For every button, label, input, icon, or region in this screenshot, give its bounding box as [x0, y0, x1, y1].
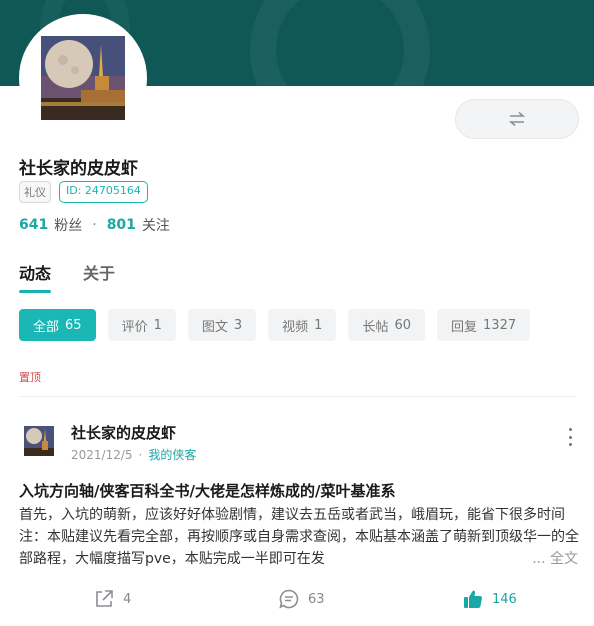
- profile-tag: 礼仪: [19, 181, 51, 203]
- chip-count: 1327: [483, 317, 517, 333]
- post-body[interactable]: 首先，入坑的萌新，应该好好体验剧情，建议去五岳或者武当，峨眉玩，能省下很多时间 …: [19, 504, 579, 570]
- banner-decoration: [250, 0, 430, 86]
- pinned-label: 置顶: [19, 371, 41, 384]
- post-actions: 4 63 146: [0, 588, 594, 616]
- filter-all[interactable]: 全部 65: [19, 309, 96, 341]
- post-title[interactable]: 入坑方向轴/侠客百科全书/大佬是怎样炼成的/菜叶基准系: [19, 480, 395, 501]
- filter-reviews[interactable]: 评价 1: [107, 309, 176, 341]
- like-button[interactable]: 146: [462, 588, 517, 610]
- chip-count: 1: [153, 317, 162, 333]
- profile-id-badge[interactable]: ID: 24705164: [59, 181, 148, 203]
- chip-label: 评价: [121, 319, 148, 335]
- chip-label: 长帖: [362, 319, 389, 335]
- tab-label: 关于: [83, 264, 116, 283]
- comment-icon: [279, 589, 299, 609]
- filter-long-posts[interactable]: 长帖 60: [348, 309, 426, 341]
- post-meta: 2021/12/5 · 我的侠客: [71, 446, 196, 463]
- read-full-link[interactable]: ... 全文: [528, 548, 578, 568]
- post-author-avatar[interactable]: [24, 426, 54, 456]
- fans-label[interactable]: 粉丝: [54, 215, 82, 235]
- post-author-name[interactable]: 社长家的皮皮虾: [71, 422, 176, 443]
- meta-separator: ·: [138, 447, 143, 462]
- post-date: 2021/12/5: [71, 447, 133, 462]
- like-count: 146: [492, 591, 517, 607]
- chip-label: 视频: [282, 319, 309, 335]
- chip-count: 60: [394, 317, 412, 333]
- chip-label: 图文: [201, 319, 228, 335]
- tab-active-indicator: [19, 290, 51, 293]
- profile-tabs: 动态 关于: [19, 260, 115, 294]
- profile-tags: 礼仪 ID: 24705164: [19, 181, 148, 203]
- switch-button[interactable]: [455, 99, 579, 139]
- chip-count: 65: [65, 317, 82, 333]
- filter-videos[interactable]: 视频 1: [268, 309, 337, 341]
- fans-count[interactable]: 641: [19, 217, 48, 233]
- share-button[interactable]: 4: [93, 588, 131, 610]
- comment-button[interactable]: 63: [278, 588, 325, 610]
- following-count[interactable]: 801: [107, 217, 136, 233]
- comment-count: 63: [308, 591, 325, 607]
- divider: [19, 396, 575, 397]
- tab-about[interactable]: 关于: [83, 260, 115, 294]
- filter-replies[interactable]: 回复 1327: [437, 309, 531, 341]
- stats-separator: ·: [92, 217, 97, 233]
- follow-stats: 641 粉丝 · 801 关注: [19, 215, 170, 235]
- tab-activity[interactable]: 动态: [19, 260, 51, 294]
- post-forum-link[interactable]: 我的侠客: [148, 446, 196, 463]
- filter-chips: 全部 65 评价 1 图文 3 视频 1 长帖 60 回复 1327: [19, 309, 531, 341]
- share-icon: [96, 590, 113, 607]
- share-count: 4: [123, 591, 132, 607]
- tab-label: 动态: [19, 264, 52, 283]
- chip-count: 3: [233, 317, 243, 333]
- avatar[interactable]: [19, 14, 147, 142]
- chip-label: 回复: [451, 319, 478, 335]
- avatar-image: [41, 36, 125, 120]
- chip-label: 全部: [33, 319, 60, 335]
- swap-arrows-icon: [508, 111, 526, 127]
- chip-count: 1: [314, 317, 323, 333]
- following-label[interactable]: 关注: [142, 215, 170, 235]
- more-vertical-icon[interactable]: [563, 428, 577, 446]
- filter-images[interactable]: 图文 3: [187, 309, 257, 341]
- thumbs-up-icon: [464, 590, 482, 608]
- profile-username: 社长家的皮皮虾: [19, 159, 138, 179]
